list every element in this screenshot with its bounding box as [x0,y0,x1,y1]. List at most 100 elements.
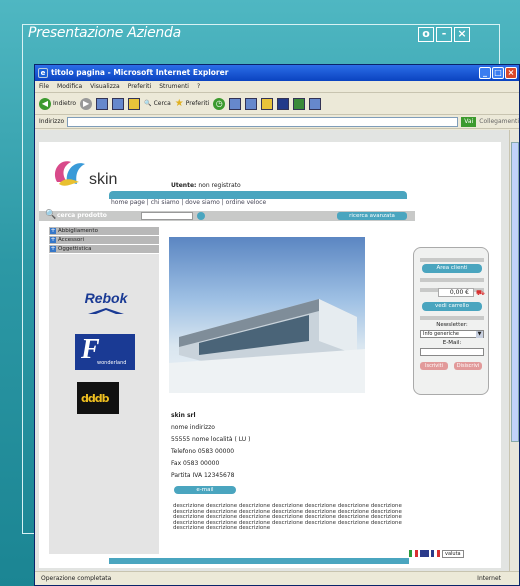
user-status: Utente: non registrato [171,182,241,189]
header-band [109,191,407,199]
search-button[interactable]: 🔍 Cerca [144,100,171,107]
restore-icon[interactable]: o [418,27,434,42]
currency-select[interactable]: valuta [442,550,464,558]
frame-controls: o - × [418,27,470,42]
folder-icon[interactable] [261,97,274,110]
address-label: Indirizzo [39,118,65,125]
customer-panel: Area clienti 0,00 € ⛟ vedi carrello News… [413,247,489,395]
flag-italy-icon[interactable] [409,550,418,557]
brand-f-logo[interactable]: F wonderland [75,334,135,370]
menu-bar: File Modifica Visualizza Preferiti Strum… [35,81,519,93]
area-clienti-button[interactable]: Area clienti [422,264,482,273]
print-icon[interactable] [245,97,258,110]
favorites-button[interactable]: ★ Preferiti [175,98,209,109]
address-input[interactable] [67,116,459,127]
menu-modifica[interactable]: Modifica [57,81,82,92]
stop-icon[interactable] [96,97,109,110]
excel-icon[interactable] [293,97,306,110]
website: skin Utente: non registrato home page | … [39,142,501,568]
favorites-label: Preferiti [185,100,210,107]
window-buttons: _ □ × [479,67,517,79]
flag-france-icon[interactable] [431,550,440,557]
ie-logo-icon: e [38,68,48,78]
search-go-button[interactable] [197,212,205,220]
email-button[interactable]: e-mail [174,486,236,494]
status-bar: Operazione completata Internet [35,571,519,585]
vertical-scrollbar[interactable] [509,130,519,572]
browser-titlebar: e titolo pagina - Microsoft Internet Exp… [35,65,519,81]
search-product-label: cerca prodotto [57,212,107,219]
links-label[interactable]: Collegamenti [479,118,519,125]
brand-rebok-logo[interactable]: Rebok [67,290,145,320]
back-label: Indietro [53,100,77,107]
search-icon: 🔍 [144,100,152,107]
mail-icon[interactable] [229,97,242,110]
brand-dd-logo[interactable]: dddb [77,382,119,414]
company-info: skin srl nome indirizzo 55555 nome local… [171,410,250,482]
category-item[interactable]: + Abbigliamento [49,227,159,235]
page-viewport: skin Utente: non registrato home page | … [35,130,511,572]
subscribe-button[interactable]: Iscriviti [420,362,448,370]
category-label: Accessori [58,237,84,243]
scrollbar-thumb[interactable] [511,142,519,442]
footer-band [109,558,409,564]
category-list: + Abbigliamento + Accessori + Oggettistica [49,227,159,254]
dd-text: dddb [81,392,109,405]
address-bar: Indirizzo Vai Collegamenti [35,115,519,129]
history-icon[interactable]: ◷ [213,97,226,110]
browser-window: e titolo pagina - Microsoft Internet Exp… [34,64,520,586]
window-maximize-icon[interactable]: □ [492,67,504,79]
newsletter-email-input[interactable] [420,348,484,356]
category-label: Oggettistica [58,246,92,252]
menu-preferiti[interactable]: Preferiti [128,81,152,92]
search-label: Cerca [153,100,171,107]
cart-icon[interactable]: ⛟ [476,289,485,298]
menu-file[interactable]: File [39,81,49,92]
panel-divider [420,316,484,320]
presentation-slide: Presentazione Azienda o - × e titolo pag… [0,0,520,586]
menu-help[interactable]: ? [197,81,200,92]
product-search-icon: 🔍 [45,210,57,220]
company-building-photo [169,237,365,393]
skin-logo-icon [54,161,85,186]
flag-uk-icon[interactable] [420,550,429,557]
presentation-title: Presentazione Azienda [28,25,181,41]
back-button[interactable]: ◀ Indietro [39,97,77,110]
window-minimize-icon[interactable]: _ [479,67,491,79]
company-vat: Partita IVA 12345678 [171,472,235,479]
plus-icon: + [50,236,56,243]
unsubscribe-button[interactable]: Disiscrivi [454,362,482,370]
building-illustration [169,299,365,393]
newsletter-option: Info generiche [423,331,459,337]
app-icon[interactable] [309,97,322,110]
h-icon[interactable] [277,97,290,110]
minimize-icon[interactable]: - [436,27,452,42]
view-cart-button[interactable]: vedi carrello [422,302,482,311]
user-label: Utente: [171,182,197,189]
star-icon: ★ [174,98,184,109]
language-selector: valuta [409,550,464,558]
forward-arrow-icon[interactable]: ▶ [80,97,93,110]
newsletter-select[interactable]: Info generiche ▼ [420,330,484,338]
window-close-icon[interactable]: × [505,67,517,79]
menu-visualizza[interactable]: Visualizza [90,81,120,92]
site-nav[interactable]: home page | chi siamo | dove siamo | ord… [111,199,266,206]
newsletter-label: Newsletter: [436,322,468,328]
refresh-icon[interactable] [112,97,125,110]
logo-text: skin [89,171,118,188]
browser-title: titolo pagina - Microsoft Internet Explo… [51,68,229,77]
product-search-input[interactable] [141,212,193,220]
category-item[interactable]: + Oggettistica [49,245,159,253]
close-icon[interactable]: × [454,27,470,42]
company-description: descrizione descrizione descrizione desc… [173,503,402,531]
cart-total: 0,00 € [438,288,474,297]
home-icon[interactable] [128,97,141,110]
category-item[interactable]: + Accessori [49,236,159,244]
status-text: Operazione completata [41,575,112,582]
company-name: skin srl [171,412,196,419]
go-button[interactable]: Vai [461,116,477,127]
company-city: 55555 nome località ( LU ) [171,436,251,443]
panel-divider [420,278,484,282]
advanced-search-button[interactable]: ricerca avanzata [337,212,407,220]
menu-strumenti[interactable]: Strumenti [159,81,189,92]
